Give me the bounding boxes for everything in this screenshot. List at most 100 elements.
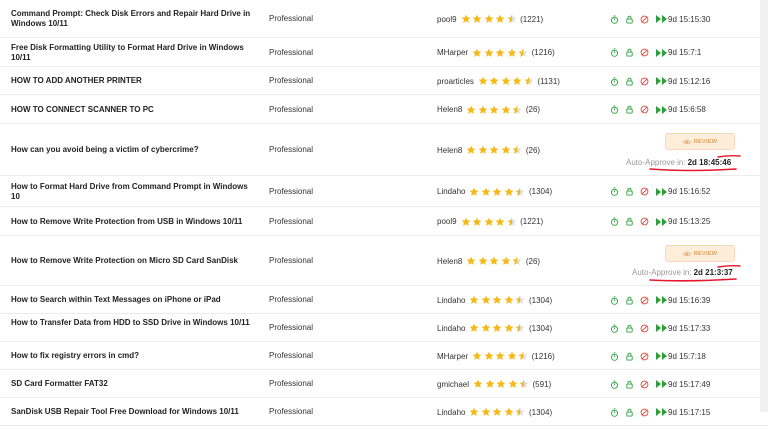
- article-title[interactable]: SD Card Formatter FAT32: [11, 379, 251, 389]
- fast-forward-icon[interactable]: [656, 324, 667, 332]
- writer-name[interactable]: gmichael: [437, 380, 469, 389]
- article-title[interactable]: HOW TO ADD ANOTHER PRINTER: [11, 76, 251, 86]
- table-row: HOW TO CONNECT SCANNER TO PC Professional…: [0, 95, 768, 124]
- lock-icon[interactable]: [625, 187, 634, 196]
- half-star-icon: [512, 145, 522, 154]
- eye-icon: [682, 251, 691, 256]
- writer-name[interactable]: Helen8: [437, 105, 462, 114]
- article-title[interactable]: Free Disk Formatting Utility to Format H…: [11, 43, 251, 63]
- star-icon: [461, 14, 470, 23]
- block-icon[interactable]: [640, 15, 649, 24]
- block-icon[interactable]: [640, 48, 649, 57]
- writer-name[interactable]: MHarper: [437, 48, 468, 57]
- rating-stars: [461, 217, 519, 227]
- lock-icon[interactable]: [625, 408, 634, 417]
- article-type: Professional: [269, 186, 314, 196]
- star-icon: [484, 14, 493, 23]
- stopwatch-icon[interactable]: [610, 217, 619, 226]
- lock-icon[interactable]: [625, 296, 634, 305]
- article-title[interactable]: HOW TO CONNECT SCANNER TO PC: [11, 105, 251, 115]
- lock-icon[interactable]: [625, 380, 634, 389]
- writer-rating: Lindaho (1304): [437, 322, 552, 334]
- stopwatch-icon[interactable]: [610, 14, 619, 24]
- stopwatch-icon[interactable]: [610, 407, 619, 417]
- article-type: Professional: [269, 379, 314, 388]
- writer-name[interactable]: proarticles: [437, 77, 474, 86]
- fast-forward-icon[interactable]: [656, 77, 667, 85]
- lock-icon[interactable]: [625, 352, 634, 361]
- block-icon[interactable]: [640, 352, 649, 361]
- review-count: (1304): [528, 187, 553, 196]
- writer-name[interactable]: pool9: [437, 217, 457, 226]
- stopwatch-icon[interactable]: [610, 187, 619, 196]
- stopwatch-icon[interactable]: [610, 351, 619, 361]
- review-button[interactable]: REVIEW: [665, 133, 735, 150]
- fast-forward-icon[interactable]: [656, 187, 667, 196]
- lock-icon[interactable]: [625, 324, 634, 333]
- lock-icon[interactable]: [625, 105, 634, 114]
- fast-forward-icon[interactable]: [656, 296, 667, 304]
- writer-name[interactable]: Lindaho: [437, 296, 465, 305]
- stopwatch-icon[interactable]: [610, 323, 619, 333]
- block-icon[interactable]: [640, 77, 649, 86]
- writer-name[interactable]: Lindaho: [437, 408, 465, 417]
- article-title[interactable]: How to Transfer Data from HDD to SSD Dri…: [11, 318, 251, 328]
- article-type: Professional: [269, 104, 314, 114]
- writer-name[interactable]: MHarper: [437, 352, 468, 361]
- block-icon[interactable]: [640, 105, 649, 114]
- block-icon[interactable]: [640, 380, 649, 389]
- fast-forward-icon[interactable]: [656, 48, 667, 57]
- review-button-label: REVIEW: [693, 250, 718, 257]
- writer-name[interactable]: Lindaho: [437, 324, 465, 333]
- block-icon[interactable]: [640, 187, 649, 196]
- stopwatch-icon[interactable]: [610, 105, 619, 114]
- star-icon: [470, 187, 479, 196]
- article-title[interactable]: Command Prompt: Check Disk Errors and Re…: [11, 9, 251, 29]
- writer-name[interactable]: Helen8: [437, 257, 462, 266]
- article-title[interactable]: How to Search within Text Messages on iP…: [11, 295, 251, 305]
- star-icon: [496, 379, 506, 388]
- lock-icon[interactable]: [625, 48, 634, 57]
- article-type: Professional: [269, 76, 314, 85]
- fast-forward-icon[interactable]: [656, 217, 667, 226]
- lock-icon[interactable]: [625, 217, 634, 226]
- writer-name[interactable]: pool9: [437, 15, 457, 24]
- half-star-icon: [516, 323, 525, 332]
- block-icon[interactable]: [640, 408, 649, 417]
- lock-icon[interactable]: [625, 77, 634, 86]
- rating-stars: [472, 351, 530, 361]
- article-title[interactable]: How to Remove Write Protection from USB …: [11, 217, 251, 227]
- stopwatch-icon[interactable]: [610, 295, 619, 305]
- block-icon[interactable]: [640, 324, 649, 333]
- fast-forward-icon[interactable]: [656, 408, 667, 416]
- fast-forward-icon[interactable]: [656, 352, 667, 360]
- article-title[interactable]: How can you avoid being a victim of cybe…: [11, 145, 251, 155]
- review-count: (1221): [520, 14, 544, 24]
- scrollbar[interactable]: [760, 0, 768, 412]
- time-remaining: 9d 15:16:39: [668, 295, 711, 305]
- review-button-label: REVIEW: [693, 138, 718, 145]
- review-button[interactable]: REVIEW: [665, 245, 735, 262]
- annotation-underline: [649, 154, 741, 172]
- stopwatch-icon[interactable]: [610, 76, 619, 86]
- fast-forward-icon[interactable]: [656, 105, 667, 114]
- table-row: SanDisk USB Repair Tool Free Download fo…: [0, 398, 768, 426]
- article-title[interactable]: SanDisk USB Repair Tool Free Download fo…: [11, 407, 251, 417]
- article-title[interactable]: How to Remove Write Protection on Micro …: [11, 256, 251, 266]
- star-icon: [472, 351, 482, 360]
- rating-stars: [469, 323, 527, 333]
- article-title[interactable]: How to Format Hard Drive from Command Pr…: [11, 182, 251, 202]
- fast-forward-icon[interactable]: [656, 15, 667, 23]
- fast-forward-icon[interactable]: [656, 380, 667, 388]
- stopwatch-icon[interactable]: [610, 379, 619, 389]
- stopwatch-icon[interactable]: [610, 48, 619, 57]
- writer-name[interactable]: Lindaho: [437, 187, 465, 196]
- block-icon[interactable]: [640, 217, 649, 226]
- writer-rating: gmichael (591): [437, 378, 551, 390]
- lock-icon[interactable]: [625, 15, 634, 24]
- block-icon[interactable]: [640, 296, 649, 305]
- article-title[interactable]: How to fix registry errors in cmd?: [11, 351, 251, 361]
- review-count: (1216): [531, 351, 555, 361]
- writer-name[interactable]: Helen8: [437, 146, 462, 155]
- table-row: How to Format Hard Drive from Command Pr…: [0, 176, 768, 207]
